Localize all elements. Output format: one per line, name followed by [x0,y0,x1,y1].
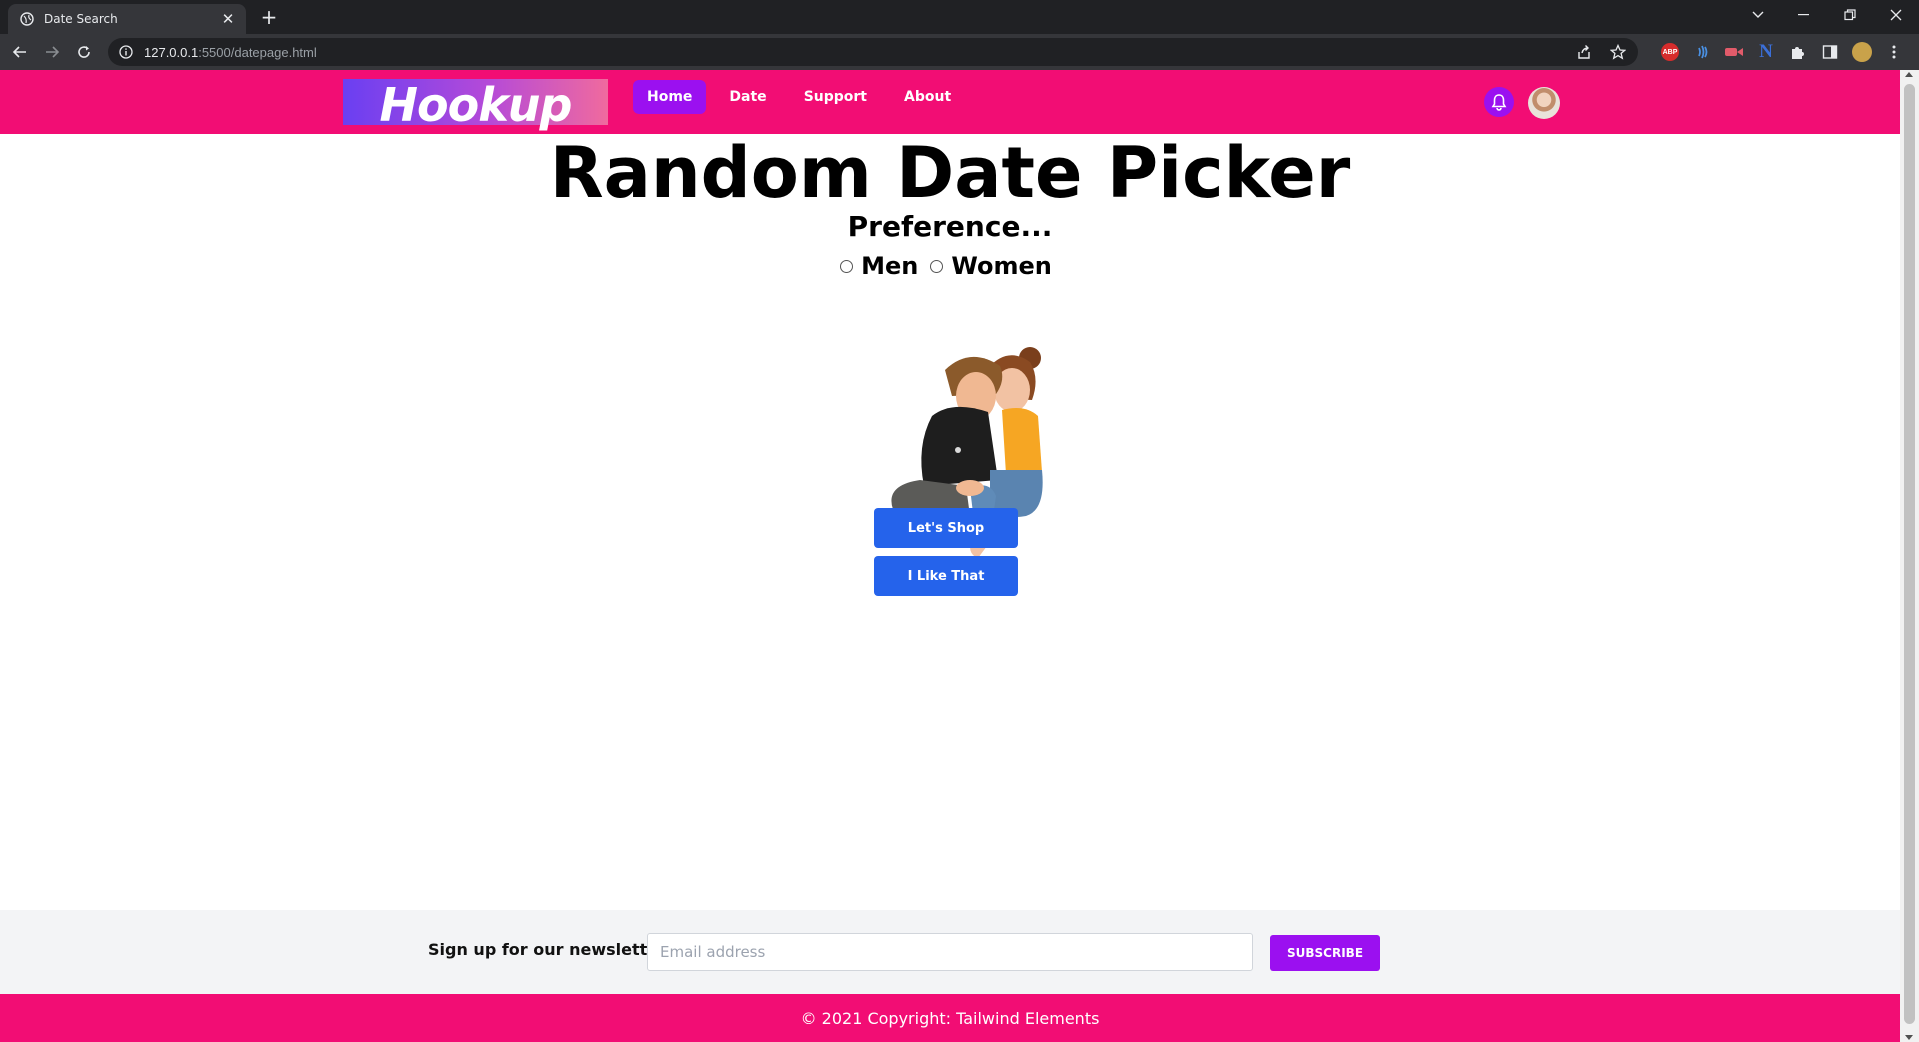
radio-men[interactable] [840,259,854,273]
url-host: 127.0.0.1 [144,44,199,60]
puzzle-icon[interactable] [1786,40,1810,64]
nav-link-home[interactable]: Home [633,80,707,114]
restore-icon[interactable] [1827,0,1873,30]
browser-tab[interactable]: Date Search ✕ [8,4,246,34]
gender-preference-group: Men Women [0,252,1900,280]
share-icon[interactable] [1574,42,1594,62]
url-text: 127.0.0.1:5500/datepage.html [144,45,317,60]
i-like-that-button[interactable]: I Like That [874,556,1018,596]
radio-women-label[interactable]: Women [951,252,1051,280]
extensions-area: ABP N [1658,40,1906,64]
n-extension-icon[interactable]: N [1754,40,1778,64]
tab-title: Date Search [44,12,118,26]
subscribe-button[interactable]: SUBSCRIBE [1270,935,1380,971]
globe-icon [20,12,34,26]
nav-links: Home Date Support About [633,80,974,114]
site-logo[interactable]: Hookup [343,78,608,132]
forward-icon[interactable] [40,40,64,64]
window-close-icon[interactable] [1873,0,1919,30]
radio-men-label[interactable]: Men [861,252,918,280]
page-viewport: Hookup Home Date Support About Random Da… [0,70,1900,1042]
kebab-menu-icon[interactable] [1882,40,1906,64]
nav-link-date[interactable]: Date [715,80,780,114]
reload-icon[interactable] [72,40,96,64]
tracker-extension-icon[interactable] [1690,40,1714,64]
lets-shop-button[interactable]: Let's Shop [874,508,1018,548]
scroll-up-icon[interactable] [1905,72,1913,77]
radio-women[interactable] [930,259,944,273]
logo-text: Hookup [379,78,573,132]
user-avatar[interactable] [1528,87,1560,119]
adblock-extension-label: ABP [1661,43,1679,61]
adblock-extension-icon[interactable]: ABP [1658,40,1682,64]
preference-heading: Preference... [847,210,1053,243]
url-path: :5500/datepage.html [198,44,317,60]
site-navbar: Hookup Home Date Support About [0,70,1900,134]
new-tab-icon[interactable]: + [258,5,280,29]
copyright-footer: © 2021 Copyright: Tailwind Elements [0,994,1900,1042]
newsletter-section: Sign up for our newsletter! Email addres… [0,910,1900,994]
bell-icon[interactable] [1484,87,1514,117]
page-scrollbar[interactable] [1900,70,1919,1042]
page-title: Random Date Picker [549,132,1351,214]
star-icon[interactable] [1608,42,1628,62]
profile-avatar[interactable] [1850,40,1874,64]
back-icon[interactable] [8,40,32,64]
side-panel-icon[interactable] [1818,40,1842,64]
scroll-thumb[interactable] [1904,84,1915,1024]
window-controls [1735,0,1919,30]
screen-recorder-extension-icon[interactable] [1722,40,1746,64]
nav-link-about[interactable]: About [890,80,965,114]
browser-toolbar: 127.0.0.1:5500/datepage.html ABP N [0,34,1919,70]
minimize-icon[interactable] [1781,0,1827,30]
tab-search-icon[interactable] [1735,0,1781,30]
email-field[interactable]: Email address [647,933,1253,971]
address-bar[interactable]: 127.0.0.1:5500/datepage.html [108,38,1638,66]
browser-titlebar: Date Search ✕ + [0,0,1919,34]
newsletter-label: Sign up for our newsletter! [428,940,674,959]
close-icon[interactable]: ✕ [220,10,236,28]
scroll-down-icon[interactable] [1905,1035,1913,1040]
info-icon[interactable] [118,44,134,60]
nav-link-support[interactable]: Support [790,80,881,114]
